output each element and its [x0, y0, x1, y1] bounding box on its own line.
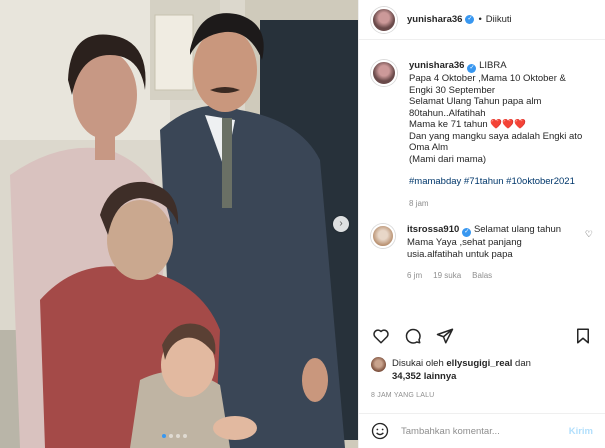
chevron-right-icon: › [339, 218, 343, 229]
likes-conjunction: dan [515, 358, 531, 369]
caption-hashtags[interactable]: #mamabday #71tahun #10oktober2021 [409, 176, 582, 188]
header-username[interactable]: yunishara36 [407, 14, 462, 25]
action-bar [371, 324, 593, 348]
comments-area[interactable]: yunishara36 ✓ LIBRA Papa 4 Oktober ,Mama … [359, 41, 605, 327]
caption-line: 80tahun..Alfatihah [409, 107, 486, 119]
avatar[interactable] [371, 6, 397, 33]
comment-like-heart-icon[interactable]: ♡ [585, 229, 593, 240]
post-media[interactable]: › [0, 0, 358, 448]
comment-line: Selamat ulang tahun [473, 224, 562, 235]
caption-line: Mama ke 71 tahun ❤️❤️❤️ [409, 119, 526, 130]
comment-username[interactable]: itsrossa910 [407, 224, 459, 235]
caption-line: Oma Alm [409, 142, 449, 153]
post-photo [0, 0, 358, 448]
post-timestamp[interactable]: 8 JAM YANG LALU [371, 392, 434, 399]
caption-line: Papa 4 Oktober ,Mama 10 Oktober & [409, 73, 566, 84]
instagram-post: › yunishara36 ✓ • Diikuti yunishara36 ✓ L… [0, 0, 605, 448]
comment-bubble-icon [405, 328, 421, 344]
comment-avatar[interactable] [371, 224, 395, 248]
liker-username[interactable]: ellysugigi_real [446, 358, 512, 369]
caption-body: yunishara36 ✓ LIBRA Papa 4 Oktober ,Mama … [409, 60, 582, 209]
likes-summary: Disukai oleh ellysugigi_real dan 34,352 … [371, 357, 531, 383]
header-separator: • [478, 14, 482, 25]
caption-time: 8 jam [409, 198, 429, 208]
verified-badge-icon: ✓ [462, 228, 472, 237]
comment-line: Mama Yaya ,sehat panjang [407, 237, 522, 248]
likes-text: Disukai oleh ellysugigi_real dan 34,352 … [392, 357, 531, 383]
liker-avatar[interactable] [371, 357, 386, 372]
verified-badge-icon: ✓ [467, 64, 477, 73]
likes-prefix: Disukai oleh [392, 358, 444, 369]
comment-body: itsrossa910 ✓ Selamat ulang tahun Mama Ya… [407, 224, 583, 282]
carousel-dot [176, 434, 180, 438]
heart-icon [373, 329, 389, 344]
save-button[interactable] [573, 326, 593, 346]
post-header: yunishara36 ✓ • Diikuti [359, 0, 605, 40]
carousel-indicator [162, 434, 187, 438]
comment-input[interactable] [401, 425, 569, 437]
comment-time: 6 jm [407, 271, 423, 280]
next-photo-button[interactable]: › [333, 216, 349, 232]
bookmark-icon [577, 328, 589, 344]
post-comment-button[interactable]: Kirim [569, 426, 593, 437]
add-comment-bar: Kirim [359, 413, 605, 448]
comment-meta: 6 jm 19 suka Balas [407, 270, 583, 282]
caption-line: (Mami dari mama) [409, 153, 487, 165]
likes-count[interactable]: 34,352 lainnya [392, 371, 456, 382]
comment-likes[interactable]: 19 suka [433, 270, 461, 282]
comment: itsrossa910 ✓ Selamat ulang tahun Mama Ya… [371, 224, 593, 282]
caption-line: LIBRA [479, 60, 507, 71]
carousel-dot [183, 434, 187, 438]
post-side-panel: yunishara36 ✓ • Diikuti yunishara36 ✓ LIB… [358, 0, 605, 448]
caption-username[interactable]: yunishara36 [409, 60, 464, 71]
caption-line: Selamat Ulang Tahun papa alm [409, 96, 542, 107]
like-button[interactable] [371, 326, 391, 346]
carousel-dot [162, 434, 166, 438]
reply-button[interactable]: Balas [472, 270, 492, 282]
carousel-dot [169, 434, 173, 438]
caption: yunishara36 ✓ LIBRA Papa 4 Oktober ,Mama … [371, 60, 593, 209]
caption-line: Engki 30 September [409, 84, 496, 96]
follow-status-button[interactable]: Diikuti [486, 14, 512, 25]
share-button[interactable] [435, 326, 455, 346]
verified-badge-icon: ✓ [465, 15, 475, 24]
comment-line: usia.alfatihah untuk papa [407, 248, 513, 260]
caption-avatar[interactable] [371, 60, 397, 86]
emoji-icon[interactable] [371, 422, 389, 440]
comment-button[interactable] [403, 326, 423, 346]
paper-plane-icon [436, 328, 454, 344]
caption-line: Dan yang mangku saya adalah Engki ato [409, 130, 583, 142]
